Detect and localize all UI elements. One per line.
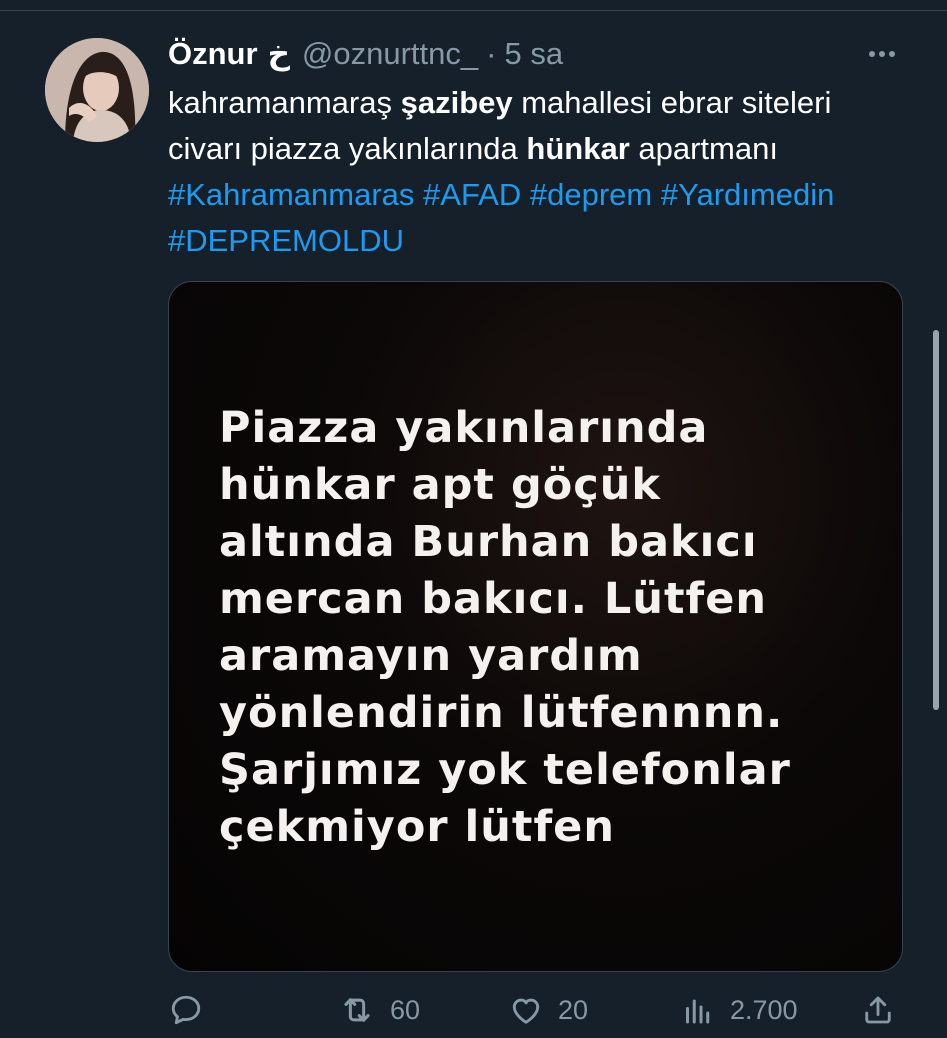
- views-button[interactable]: 2.700: [680, 985, 798, 1035]
- scrollbar[interactable]: [933, 330, 939, 710]
- media-text-line: çekmiyor lütfen: [219, 802, 615, 852]
- like-button[interactable]: 20: [508, 985, 588, 1035]
- tweet-text-segment: apartmanı: [629, 131, 778, 166]
- tweet-text-bold: hünkar: [526, 131, 630, 166]
- reply-button[interactable]: [168, 985, 218, 1035]
- hashtag-link[interactable]: #AFAD: [423, 177, 521, 212]
- hashtag-link[interactable]: #DEPREMOLDU: [168, 223, 404, 258]
- author-handle[interactable]: @oznurttnc_: [302, 36, 478, 72]
- tweet-text-bold: şazibey: [400, 85, 513, 120]
- heart-icon: [512, 998, 540, 1024]
- retweet-count: 60: [390, 994, 421, 1025]
- author-name-emoji: خ: [267, 36, 290, 71]
- more-dots-icon[interactable]: [860, 40, 904, 68]
- author-name[interactable]: Öznur: [168, 36, 258, 72]
- top-divider: [0, 10, 947, 11]
- tweet-timestamp[interactable]: 5 sa: [504, 36, 563, 72]
- tweet-text-segment: kahramanmaraş: [168, 85, 401, 120]
- media-text-line: aramayın yardım: [219, 631, 643, 681]
- header-separator: ·: [486, 36, 497, 71]
- reply-bubble-icon: [171, 995, 201, 1025]
- media-text-line: altında Burhan bakıcı: [219, 517, 758, 567]
- avatar[interactable]: [45, 38, 149, 142]
- tweet-text-segment: [652, 177, 661, 212]
- tweet-text: kahramanmaraş şazibey mahallesi ebrar si…: [168, 80, 908, 264]
- media-text-line: hünkar apt göçük: [219, 460, 661, 510]
- views-bar-chart-icon: [686, 999, 710, 1024]
- media-text-line: mercan bakıcı. Lütfen: [219, 574, 767, 624]
- retweet-icon: [344, 998, 370, 1022]
- media-text-line: yönlendirin lütfennnn.: [219, 688, 784, 738]
- tweet-text-segment: [521, 177, 530, 212]
- share-button[interactable]: [860, 985, 896, 1035]
- tweet-header: Öznur خ @oznurttnc_ · 5 sa: [168, 32, 563, 76]
- tweet-actions: 60 20 2.700: [168, 985, 908, 1035]
- media-text-line: Şarjımız yok telefonlar: [219, 745, 791, 795]
- hashtag-link[interactable]: #Kahramanmaras: [168, 177, 414, 212]
- media-image-text: Piazza yakınlarında hünkar apt göçük altın…: [219, 400, 879, 856]
- like-count: 20: [558, 994, 589, 1025]
- media-text-line: Piazza yakınlarında: [219, 403, 709, 453]
- avatar-photo: [45, 38, 149, 142]
- retweet-button[interactable]: 60: [338, 985, 420, 1035]
- views-count: 2.700: [730, 994, 798, 1025]
- hashtag-link[interactable]: #deprem: [530, 177, 652, 212]
- tweet-media-image[interactable]: Piazza yakınlarında hünkar apt göçük altın…: [168, 281, 903, 972]
- tweet-text-segment: [414, 177, 423, 212]
- hashtag-link[interactable]: #Yardımedin: [661, 177, 834, 212]
- share-upload-icon: [865, 996, 891, 1024]
